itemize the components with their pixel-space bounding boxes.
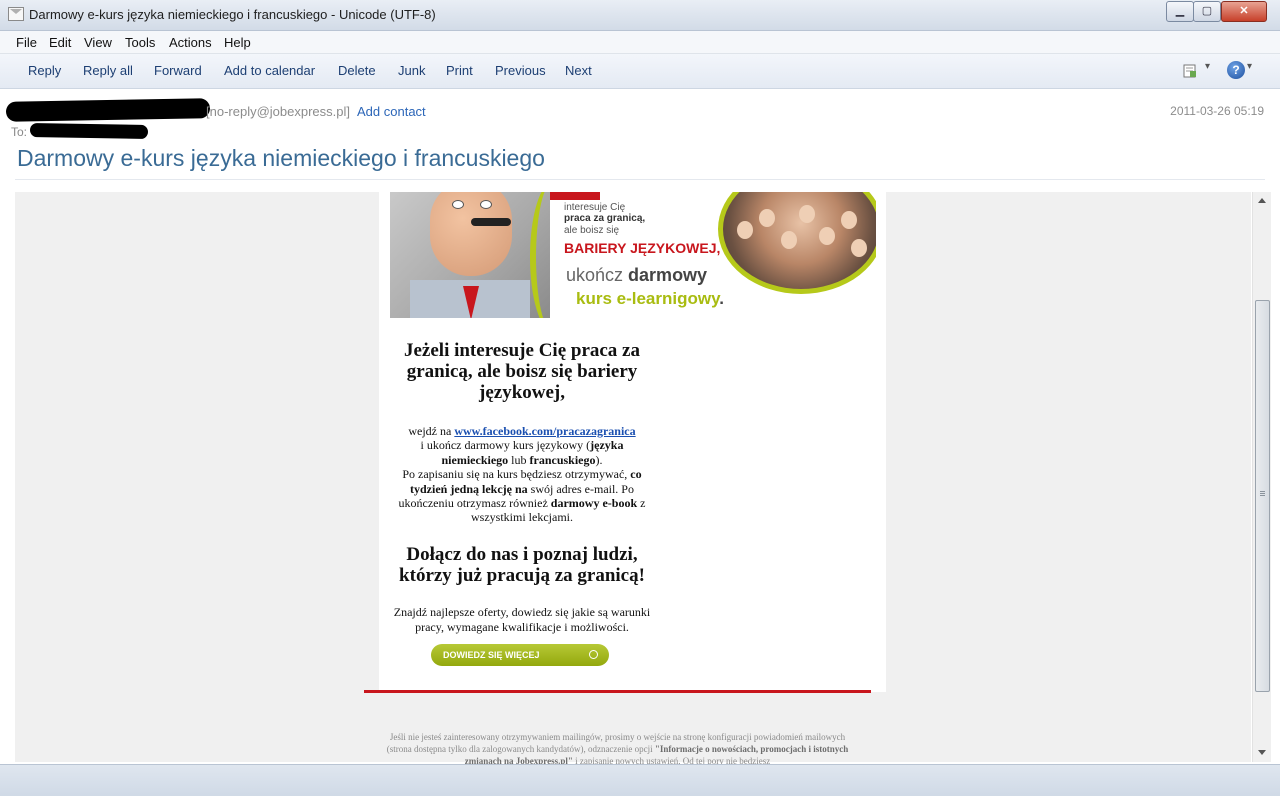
photo-face bbox=[841, 211, 857, 229]
view-options-icon[interactable] bbox=[1183, 63, 1201, 79]
photo-face bbox=[851, 239, 867, 257]
paragraph-2: Znajdź najlepsze oferty, dowiedz się jak… bbox=[393, 605, 651, 634]
print-button[interactable]: Print bbox=[446, 63, 473, 78]
photo-face bbox=[781, 231, 797, 249]
banner-line-5: ukończ darmowy bbox=[566, 265, 707, 286]
reply-button[interactable]: Reply bbox=[28, 63, 61, 78]
redacted-recipient bbox=[29, 122, 149, 140]
toolbar: Reply Reply all Forward Add to calendar … bbox=[0, 54, 1280, 89]
footer-text: Jeśli nie jesteś zainteresowany otrzymyw… bbox=[384, 731, 851, 767]
banner-line-4: BARIERY JĘZYKOWEJ, bbox=[564, 240, 721, 256]
photo-face bbox=[759, 209, 775, 227]
man-head bbox=[430, 192, 512, 276]
next-button[interactable]: Next bbox=[565, 63, 592, 78]
red-divider bbox=[364, 690, 871, 693]
p1-text: lub bbox=[508, 452, 530, 467]
header-divider bbox=[15, 179, 1265, 180]
scrollbar-thumb[interactable] bbox=[1255, 300, 1270, 692]
help-icon[interactable]: ? bbox=[1227, 61, 1245, 79]
menu-file[interactable]: File bbox=[16, 35, 37, 50]
photo-face bbox=[737, 221, 753, 239]
banner-line-5b: darmowy bbox=[628, 265, 708, 285]
banner-line-1: interesuje Cię bbox=[564, 202, 626, 213]
email-content: interesuje Cię praca za granicą, ale boi… bbox=[379, 192, 886, 692]
view-options-dropdown-icon[interactable]: ▾ bbox=[1205, 61, 1210, 72]
menu-edit[interactable]: Edit bbox=[49, 35, 71, 50]
redacted-sender-name bbox=[5, 98, 211, 122]
status-bar bbox=[0, 764, 1280, 796]
man-eye-right bbox=[480, 200, 492, 209]
p1-text: i ukończ darmowy kurs językowy ( bbox=[420, 438, 591, 453]
help-dropdown-icon[interactable]: ▾ bbox=[1247, 61, 1252, 72]
p1-text: ). bbox=[595, 452, 603, 467]
to-label: To: bbox=[11, 125, 28, 139]
mail-icon bbox=[8, 7, 24, 21]
p1-text: Po zapisaniu się na kurs będziesz otrzym… bbox=[402, 467, 631, 482]
banner-line-3: ale boisz się bbox=[564, 225, 620, 236]
menu-tools[interactable]: Tools bbox=[125, 35, 155, 50]
menu-help[interactable]: Help bbox=[224, 35, 251, 50]
group-photo bbox=[718, 192, 876, 294]
promo-banner[interactable]: interesuje Cię praca za granicą, ale boi… bbox=[390, 192, 876, 318]
red-bar-decoration bbox=[550, 192, 600, 200]
forward-button[interactable]: Forward bbox=[154, 63, 202, 78]
heading-1: Jeżeli interesuje Cię praca za granicą, … bbox=[403, 340, 640, 403]
circle-icon bbox=[589, 650, 598, 659]
scroll-up-icon[interactable] bbox=[1258, 198, 1266, 203]
message-body[interactable]: interesuje Cię praca za granicą, ale boi… bbox=[15, 192, 1251, 762]
man-with-taped-mouth-image bbox=[390, 192, 550, 318]
mouth-tape bbox=[471, 218, 511, 226]
man-eye-left bbox=[452, 200, 464, 209]
reply-all-button[interactable]: Reply all bbox=[83, 63, 133, 78]
banner-line-6b: . bbox=[719, 289, 725, 308]
message-subject: Darmowy e-kurs języka niemieckiego i fra… bbox=[17, 145, 545, 171]
add-contact-link[interactable]: Add contact bbox=[357, 104, 426, 119]
delete-button[interactable]: Delete bbox=[338, 63, 376, 78]
scrollbar-grip-icon bbox=[1260, 491, 1265, 497]
heading-2: Dołącz do nas i poznaj ludzi, którzy już… bbox=[399, 544, 645, 586]
maximize-button[interactable]: ▢ bbox=[1193, 1, 1221, 22]
mail-window: Darmowy e-kurs języka niemieckiego i fra… bbox=[0, 0, 1280, 796]
photo-face bbox=[799, 205, 815, 223]
menu-bar: File Edit View Tools Actions Help bbox=[0, 31, 1280, 54]
man-tie bbox=[463, 286, 479, 318]
message-date: 2011-03-26 05:19 bbox=[1170, 104, 1264, 118]
title-bar: Darmowy e-kurs języka niemieckiego i fra… bbox=[0, 0, 1280, 31]
learn-more-button[interactable]: DOWIEDZ SIĘ WIĘCEJ bbox=[431, 644, 609, 666]
banner-line-2: praca za granicą, bbox=[564, 213, 646, 224]
p1-bold: darmowy e-book bbox=[550, 496, 638, 511]
facebook-link[interactable]: www.facebook.com/pracazagranica bbox=[454, 424, 635, 438]
paragraph-1: wejdź na www.facebook.com/pracazagranica… bbox=[387, 424, 657, 525]
banner-line-5a: ukończ bbox=[566, 265, 629, 285]
banner-line-6a: kurs e-learnigowy bbox=[576, 289, 720, 308]
sender-email: [no-reply@jobexpress.pl] bbox=[206, 104, 350, 119]
previous-button[interactable]: Previous bbox=[495, 63, 546, 78]
close-button[interactable]: ✕ bbox=[1221, 1, 1267, 22]
p1-text: wejdź na bbox=[408, 424, 455, 438]
banner-line-6: kurs e-learnigowy. bbox=[576, 289, 724, 309]
minimize-button[interactable]: ▁ bbox=[1166, 1, 1194, 22]
window-title: Darmowy e-kurs języka niemieckiego i fra… bbox=[29, 7, 436, 22]
photo-face bbox=[819, 227, 835, 245]
add-to-calendar-button[interactable]: Add to calendar bbox=[224, 63, 315, 78]
junk-button[interactable]: Junk bbox=[398, 63, 425, 78]
menu-actions[interactable]: Actions bbox=[169, 35, 212, 50]
p1-bold: francuskiego bbox=[529, 452, 596, 467]
learn-more-label: DOWIEDZ SIĘ WIĘCEJ bbox=[443, 650, 540, 660]
scroll-down-icon[interactable] bbox=[1258, 750, 1266, 755]
menu-view[interactable]: View bbox=[84, 35, 112, 50]
vertical-scrollbar[interactable] bbox=[1252, 192, 1271, 762]
